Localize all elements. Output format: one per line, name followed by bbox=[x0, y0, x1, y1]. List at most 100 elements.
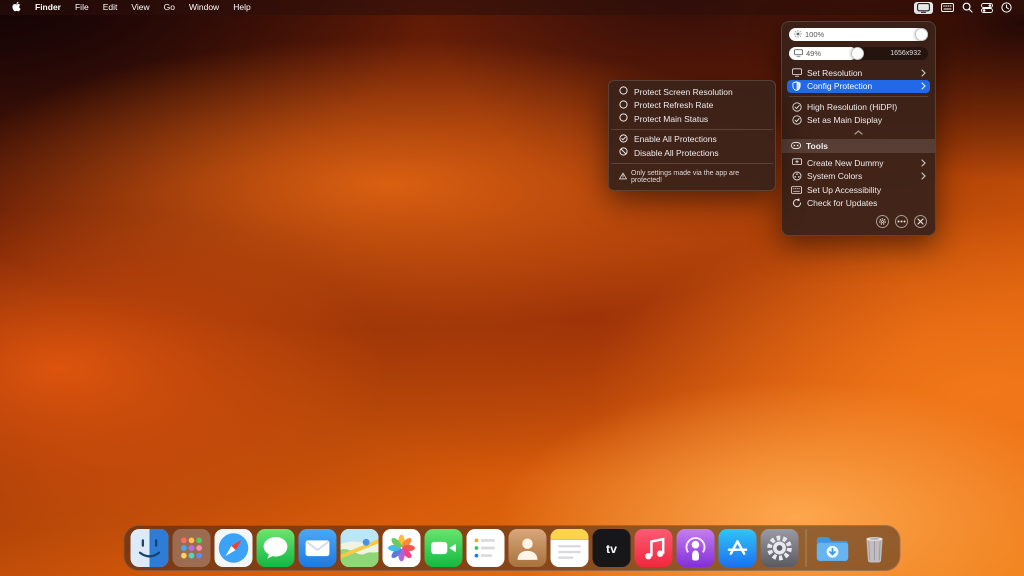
dock-system-settings-icon[interactable] bbox=[761, 529, 799, 567]
dock-photos-icon[interactable] bbox=[383, 529, 421, 567]
submenu-item-protect-main-status[interactable]: Protect Main Status bbox=[609, 112, 775, 126]
resolution-percent-value: 49% bbox=[806, 49, 821, 58]
dock-maps-icon[interactable] bbox=[341, 529, 379, 567]
check-circle-icon bbox=[619, 134, 628, 145]
submenu-item-protect-screen-resolution[interactable]: Protect Screen Resolution bbox=[609, 85, 775, 99]
keyboard-icon[interactable] bbox=[941, 2, 954, 14]
menu-item-high-resolution[interactable]: High Resolution (HiDPI) bbox=[787, 100, 930, 114]
menu-item-label: Set as Main Display bbox=[807, 115, 926, 125]
check-circle-icon bbox=[791, 115, 802, 125]
menu-bar-status-area bbox=[914, 2, 1012, 14]
separator bbox=[611, 163, 773, 164]
dock-contacts-icon[interactable] bbox=[509, 529, 547, 567]
dock-mail-icon[interactable] bbox=[299, 529, 337, 567]
dock-reminders-icon[interactable] bbox=[467, 529, 505, 567]
menubar-item-edit[interactable]: Edit bbox=[96, 0, 125, 15]
submenu-item-disable-all-protections[interactable]: Disable All Protections bbox=[609, 146, 775, 160]
menu-item-label: Create New Dummy bbox=[807, 158, 916, 168]
settings-gear-button[interactable] bbox=[876, 215, 889, 228]
config-protection-submenu: Protect Screen Resolution Protect Refres… bbox=[608, 80, 776, 191]
submenu-item-label: Protect Screen Resolution bbox=[634, 87, 733, 97]
menubar-item-help[interactable]: Help bbox=[226, 0, 257, 15]
dock-notes-icon[interactable] bbox=[551, 529, 589, 567]
menu-bar-left: Finder File Edit View Go Window Help bbox=[10, 0, 258, 15]
dock-launchpad-icon[interactable] bbox=[173, 529, 211, 567]
collapse-section-button[interactable] bbox=[787, 127, 930, 136]
menu-item-set-resolution[interactable]: Set Resolution bbox=[787, 66, 930, 80]
radio-circle-icon bbox=[619, 100, 628, 111]
dock-safari-icon[interactable] bbox=[215, 529, 253, 567]
submenu-item-label: Disable All Protections bbox=[634, 148, 719, 158]
dock-messages-icon[interactable] bbox=[257, 529, 295, 567]
radio-circle-icon bbox=[619, 86, 628, 97]
menu-item-set-main-display[interactable]: Set as Main Display bbox=[787, 114, 930, 128]
menu-item-config-protection[interactable]: Config Protection bbox=[787, 80, 930, 94]
accessibility-keyboard-icon bbox=[791, 186, 802, 194]
tools-header-label: Tools bbox=[806, 141, 828, 151]
menubar-item-go[interactable]: Go bbox=[157, 0, 182, 15]
submenu-item-protect-refresh-rate[interactable]: Protect Refresh Rate bbox=[609, 99, 775, 113]
dock-downloads-icon[interactable] bbox=[814, 529, 852, 567]
panel-action-buttons bbox=[787, 210, 930, 230]
brightness-slider[interactable]: 100% bbox=[789, 28, 928, 41]
submenu-item-enable-all-protections[interactable]: Enable All Protections bbox=[609, 133, 775, 147]
search-icon[interactable] bbox=[962, 2, 973, 14]
more-options-button[interactable] bbox=[895, 215, 908, 228]
close-button[interactable] bbox=[914, 215, 927, 228]
resolution-slider-knob[interactable] bbox=[851, 47, 864, 60]
display-menu-panel: 100% 1656x932 49% Set Resolution bbox=[781, 21, 936, 236]
dock-trash-icon[interactable] bbox=[856, 529, 894, 567]
display-status-icon[interactable] bbox=[914, 2, 933, 14]
refresh-icon bbox=[791, 198, 802, 208]
new-display-icon bbox=[791, 158, 802, 167]
palette-icon bbox=[791, 171, 802, 181]
dock-app-store-icon[interactable] bbox=[719, 529, 757, 567]
resolution-slider-fill: 49% bbox=[789, 47, 857, 60]
resolution-value-label: 1656x932 bbox=[890, 47, 921, 60]
menubar-item-window[interactable]: Window bbox=[182, 0, 226, 15]
menu-item-system-colors[interactable]: System Colors bbox=[787, 170, 930, 184]
tools-section-header: Tools bbox=[782, 139, 935, 153]
chevron-right-icon bbox=[921, 69, 926, 77]
chevron-up-icon bbox=[854, 127, 863, 137]
dock-tv-icon[interactable]: tv bbox=[593, 529, 631, 567]
menu-item-set-up-accessibility[interactable]: Set Up Accessibility bbox=[787, 183, 930, 197]
set-resolution-icon bbox=[791, 68, 802, 77]
menu-item-label: High Resolution (HiDPI) bbox=[807, 102, 926, 112]
menu-item-create-new-dummy[interactable]: Create New Dummy bbox=[787, 156, 930, 170]
dock-facetime-icon[interactable] bbox=[425, 529, 463, 567]
shield-icon bbox=[791, 81, 802, 91]
menubar-item-view[interactable]: View bbox=[124, 0, 156, 15]
svg-text:tv: tv bbox=[606, 542, 617, 556]
dock-divider bbox=[806, 529, 807, 567]
dock-finder-icon[interactable] bbox=[131, 529, 169, 567]
dock-podcasts-icon[interactable] bbox=[677, 529, 715, 567]
protection-warning-note: Only settings made via the app are prote… bbox=[609, 167, 775, 186]
radio-circle-icon bbox=[619, 113, 628, 124]
menu-item-label: Config Protection bbox=[807, 81, 916, 91]
warning-text: Only settings made via the app are prote… bbox=[631, 170, 765, 184]
chevron-right-icon bbox=[921, 82, 926, 90]
desktop: Finder File Edit View Go Window Help bbox=[0, 0, 1024, 576]
submenu-item-label: Protect Refresh Rate bbox=[634, 100, 713, 110]
brightness-slider-knob[interactable] bbox=[915, 28, 928, 41]
separator bbox=[789, 96, 928, 97]
menu-item-label: System Colors bbox=[807, 171, 916, 181]
chevron-right-icon bbox=[921, 172, 926, 180]
clock-icon[interactable] bbox=[1001, 2, 1012, 14]
menu-item-label: Check for Updates bbox=[807, 198, 926, 208]
brightness-value: 100% bbox=[805, 30, 824, 39]
menubar-item-file[interactable]: File bbox=[68, 0, 96, 15]
dock-music-icon[interactable] bbox=[635, 529, 673, 567]
menu-item-check-for-updates[interactable]: Check for Updates bbox=[787, 197, 930, 211]
apple-menu[interactable] bbox=[10, 1, 28, 14]
submenu-item-label: Enable All Protections bbox=[634, 134, 717, 144]
menu-item-label: Set Up Accessibility bbox=[807, 185, 926, 195]
dock: tv bbox=[124, 525, 901, 571]
tools-icon bbox=[791, 141, 801, 151]
menubar-app-name[interactable]: Finder bbox=[28, 0, 68, 15]
apple-logo-icon bbox=[12, 1, 21, 14]
resolution-slider[interactable]: 1656x932 49% bbox=[789, 47, 928, 60]
menu-bar: Finder File Edit View Go Window Help bbox=[0, 0, 1024, 15]
control-center-icon[interactable] bbox=[981, 2, 993, 14]
